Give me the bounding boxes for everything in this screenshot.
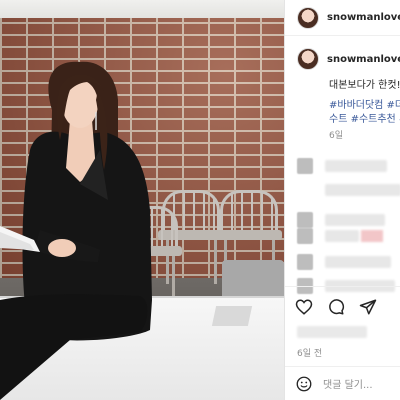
hashtags-line-1[interactable]: #바바더닷컴 #더 — [329, 96, 400, 111]
comment-row — [297, 254, 400, 270]
woman-figure — [0, 61, 152, 400]
post-time: 6일 전 — [297, 349, 323, 359]
comment-bubble-icon[interactable] — [327, 298, 345, 316]
instagram-post-view: snowmanloveu snowmanloveu 대본보다가 한컷! #바바더… — [0, 0, 400, 400]
smiley-icon[interactable] — [295, 375, 313, 393]
comment-row — [297, 158, 400, 174]
caption-username[interactable]: snowmanloveu — [327, 54, 400, 65]
comment-row — [297, 228, 400, 244]
comment-input[interactable]: 댓글 달기... — [323, 376, 373, 391]
likes-count — [297, 326, 367, 338]
caption-text: 대본보다가 한컷! — [329, 80, 400, 91]
caption-header: snowmanloveu — [297, 48, 400, 70]
hashtags-line-2[interactable]: 수트 #수트추천 # — [329, 110, 400, 125]
post-side-panel: snowmanloveu snowmanloveu 대본보다가 한컷! #바바더… — [284, 0, 400, 400]
action-bar — [295, 298, 377, 316]
post-header: snowmanloveu — [285, 0, 400, 36]
comment-row — [297, 278, 400, 294]
post-photo[interactable] — [0, 0, 284, 400]
heart-icon[interactable] — [295, 298, 313, 316]
comment-row — [297, 182, 400, 196]
comment-row — [297, 212, 400, 228]
avatar[interactable] — [297, 48, 319, 70]
comment-input-bar: 댓글 달기... — [285, 366, 400, 400]
caption-time: 6일 — [329, 131, 344, 141]
avatar[interactable] — [297, 6, 319, 29]
username-link[interactable]: snowmanloveu — [327, 12, 400, 23]
paper-plane-icon[interactable] — [359, 298, 377, 316]
